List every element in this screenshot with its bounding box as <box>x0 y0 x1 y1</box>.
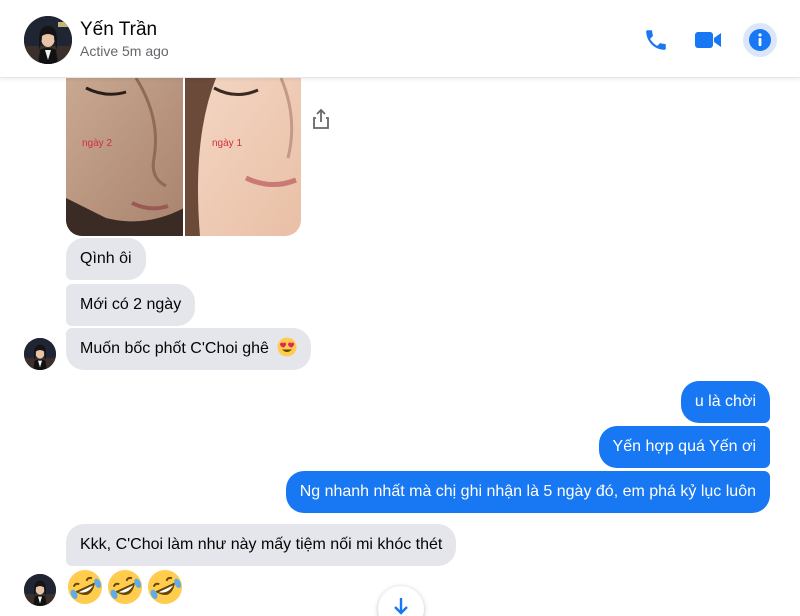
message-text: Mới có 2 ngày <box>80 296 182 313</box>
conversation-info-button[interactable] <box>743 23 777 57</box>
video-camera-icon <box>695 32 721 48</box>
contact-status: Active 5m ago <box>80 43 169 59</box>
sender-avatar[interactable] <box>24 338 56 370</box>
heart-eyes-emoji <box>277 337 297 357</box>
chat-header: Yến Trần Active 5m ago <box>0 0 800 78</box>
sender-avatar[interactable] <box>24 574 56 606</box>
message-text: Ng nhanh nhất mà chị ghi nhận là 5 ngày … <box>299 483 756 500</box>
arrow-down-icon <box>394 598 408 615</box>
scroll-to-bottom-button[interactable] <box>378 586 424 616</box>
rolling-on-floor-laughing-emoji <box>148 570 182 604</box>
rolling-on-floor-laughing-emoji <box>108 570 142 604</box>
call-button[interactable] <box>640 24 672 56</box>
message-text: Yến hợp quá Yến ơi <box>612 438 756 455</box>
message-incoming[interactable]: Mới có 2 ngày <box>66 284 196 326</box>
photo-attachment[interactable]: ngày 2 ngày 1 <box>66 78 301 236</box>
photo-label-day-1: ngày 1 <box>212 138 242 149</box>
message-incoming[interactable]: Muốn bốc phốt C'Choi ghê <box>66 328 312 370</box>
message-outgoing[interactable]: u là chời <box>680 381 770 423</box>
message-outgoing[interactable]: Yến hợp quá Yến ơi <box>598 426 770 468</box>
rolling-on-floor-laughing-emoji <box>68 570 102 604</box>
emoji-message[interactable] <box>66 568 184 606</box>
message-incoming[interactable]: Kkk, C'Choi làm như này mấy tiệm nối mi … <box>66 524 457 566</box>
contact-avatar[interactable] <box>24 16 72 64</box>
info-icon <box>749 29 771 51</box>
message-text: u là chời <box>694 393 756 410</box>
share-button[interactable] <box>308 106 334 132</box>
photo-label-day-2: ngày 2 <box>82 138 112 149</box>
phone-icon <box>646 30 666 50</box>
message-text: Muốn bốc phốt C'Choi ghê <box>80 340 269 357</box>
share-icon <box>313 108 329 129</box>
message-text: Qình ôi <box>80 250 132 267</box>
video-call-button[interactable] <box>692 24 724 56</box>
message-text: Kkk, C'Choi làm như này mấy tiệm nối mi … <box>80 536 443 553</box>
message-outgoing[interactable]: Ng nhanh nhất mà chị ghi nhận là 5 ngày … <box>285 471 770 513</box>
contact-name[interactable]: Yến Trần <box>80 19 157 41</box>
message-incoming[interactable]: Qình ôi <box>66 238 146 280</box>
